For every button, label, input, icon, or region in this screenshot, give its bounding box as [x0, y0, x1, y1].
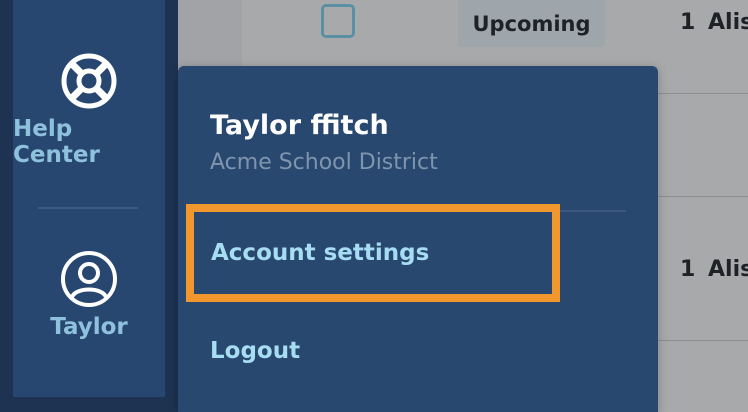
sidebar-item-label: Help Center [13, 116, 100, 168]
sidebar-item-label: Taylor [50, 314, 128, 340]
lifebuoy-icon [61, 53, 117, 109]
sidebar-item-help-center[interactable]: Help Center [13, 52, 165, 168]
row-name: Alis [708, 10, 748, 35]
row-count: 1 [680, 257, 696, 282]
sidebar-divider [38, 207, 138, 209]
row-name: Alis [708, 257, 748, 282]
account-menu: Taylor ffitch Acme School District Accou… [178, 66, 658, 412]
user-name: Taylor ffitch [210, 110, 389, 141]
logout-link[interactable]: Logout [186, 302, 560, 400]
account-settings-link[interactable]: Account settings [186, 204, 560, 302]
status-badge: Upcoming [458, 0, 605, 47]
sidebar: Help Center Taylor [0, 0, 178, 412]
organization-name: Acme School District [210, 150, 438, 175]
row-checkbox[interactable] [321, 4, 355, 38]
user-avatar-icon [61, 251, 117, 307]
row-count: 1 [680, 10, 696, 35]
sidebar-item-profile[interactable]: Taylor [13, 250, 165, 340]
